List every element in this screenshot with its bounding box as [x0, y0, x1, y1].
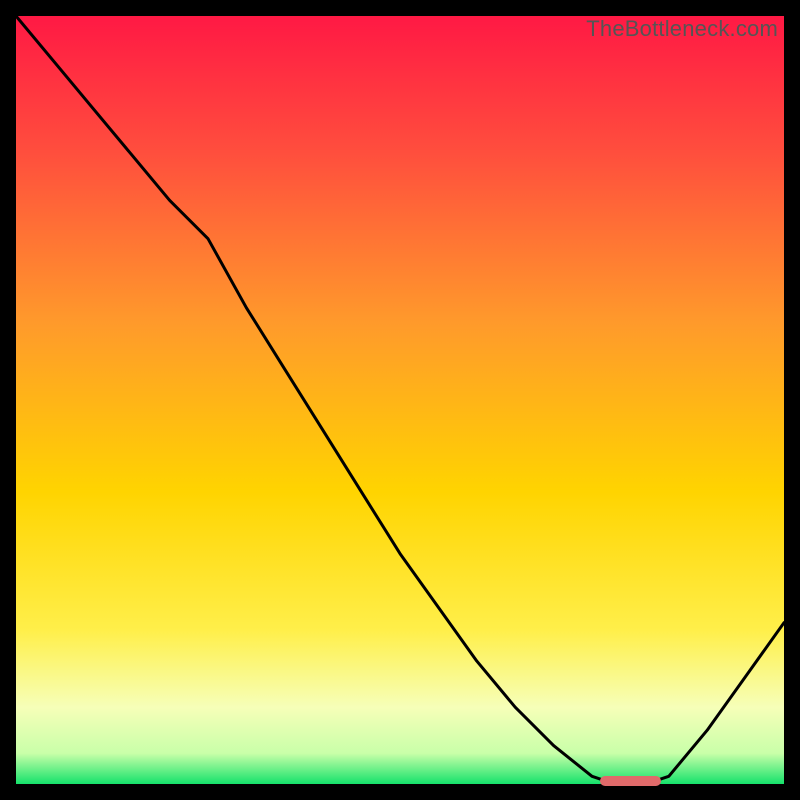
- optimal-range-marker: [600, 776, 661, 786]
- bottleneck-plot: [16, 16, 784, 784]
- gradient-background: [16, 16, 784, 784]
- attribution-label: TheBottleneck.com: [586, 16, 778, 42]
- chart-frame: TheBottleneck.com: [16, 16, 784, 784]
